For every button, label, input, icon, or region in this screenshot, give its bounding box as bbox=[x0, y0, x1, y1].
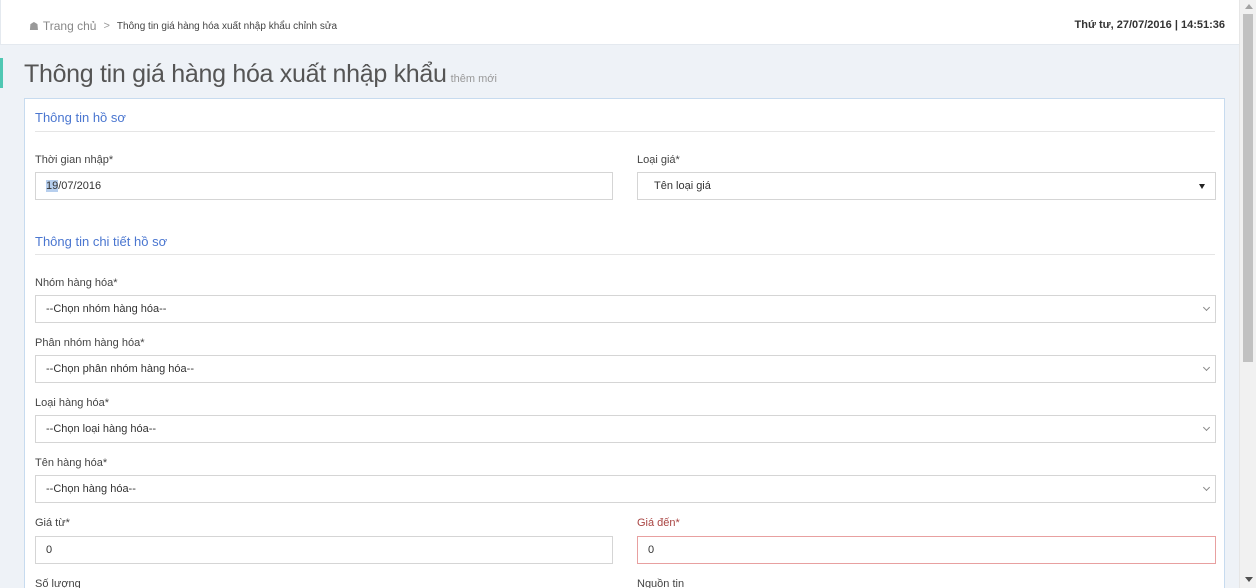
chevron-down-icon bbox=[1197, 356, 1215, 382]
price-type-select[interactable]: Tên loại giá bbox=[637, 172, 1216, 200]
scroll-up-arrow-icon[interactable] bbox=[1245, 4, 1253, 9]
section-divider bbox=[35, 131, 1215, 132]
price-to-input[interactable]: 0 bbox=[637, 536, 1216, 564]
form-panel: Thông tin hồ sơ Thời gian nhập* 19/07/20… bbox=[24, 98, 1225, 588]
page: ☗ Trang chủ > Thông tin giá hàng hóa xuấ… bbox=[0, 0, 1239, 588]
breadcrumb: ☗ Trang chủ > Thông tin giá hàng hóa xuấ… bbox=[29, 19, 337, 33]
entry-time-value: /07/2016 bbox=[58, 180, 102, 192]
quantity-label: Số lượng bbox=[35, 578, 81, 588]
page-title: Thông tin giá hàng hóa xuất nhập khẩu bbox=[24, 60, 447, 88]
product-label: Tên hàng hóa* bbox=[35, 457, 108, 469]
section-title-profile: Thông tin hồ sơ bbox=[35, 110, 126, 125]
viewport: ☗ Trang chủ > Thông tin giá hàng hóa xuấ… bbox=[0, 0, 1256, 588]
price-type-value: Tên loại giá bbox=[654, 180, 711, 192]
group-value: --Chọn nhóm hàng hóa-- bbox=[46, 303, 167, 315]
breadcrumb-separator: > bbox=[103, 20, 110, 32]
section-title-detail: Thông tin chi tiết hồ sơ bbox=[35, 234, 168, 249]
scrollbar-thumb[interactable] bbox=[1243, 14, 1253, 362]
source-label: Nguồn tin bbox=[637, 578, 685, 588]
price-from-value: 0 bbox=[46, 544, 53, 556]
current-datetime: Thứ tư, 27/07/2016 | 14:51:36 bbox=[1074, 19, 1225, 31]
group-label: Nhóm hàng hóa* bbox=[35, 277, 118, 289]
category-value: --Chọn loại hàng hóa-- bbox=[46, 423, 157, 435]
price-type-label: Loại giá* bbox=[637, 154, 680, 166]
category-label: Loại hàng hóa* bbox=[35, 397, 110, 409]
top-bar: ☗ Trang chủ > Thông tin giá hàng hóa xuấ… bbox=[0, 0, 1239, 45]
vertical-scrollbar[interactable] bbox=[1239, 0, 1256, 588]
chevron-down-icon bbox=[1197, 476, 1215, 502]
scroll-down-arrow-icon[interactable] bbox=[1245, 577, 1253, 582]
price-from-input[interactable]: 0 bbox=[35, 536, 613, 564]
breadcrumb-home[interactable]: Trang chủ bbox=[43, 19, 97, 33]
chevron-down-icon bbox=[1197, 296, 1215, 322]
dropdown-arrow-icon bbox=[1199, 184, 1205, 189]
section-divider bbox=[35, 254, 1215, 255]
breadcrumb-current: Thông tin giá hàng hóa xuất nhập khẩu ch… bbox=[116, 20, 338, 32]
product-select[interactable]: --Chọn hàng hóa-- bbox=[35, 475, 1216, 503]
subgroup-select[interactable]: --Chọn phân nhóm hàng hóa-- bbox=[35, 355, 1216, 383]
subgroup-label: Phân nhóm hàng hóa* bbox=[35, 337, 145, 349]
left-accent-bar bbox=[0, 58, 3, 88]
subgroup-value: --Chọn phân nhóm hàng hóa-- bbox=[46, 363, 194, 375]
product-value: --Chọn hàng hóa-- bbox=[46, 483, 136, 495]
entry-time-input[interactable]: 19/07/2016 bbox=[35, 172, 613, 200]
price-from-label: Giá từ* bbox=[35, 517, 70, 529]
group-select[interactable]: --Chọn nhóm hàng hóa-- bbox=[35, 295, 1216, 323]
chevron-down-icon bbox=[1197, 416, 1215, 442]
entry-time-selected-text: 19 bbox=[46, 180, 59, 192]
price-to-label: Giá đến* bbox=[637, 517, 680, 529]
price-to-value: 0 bbox=[648, 544, 655, 556]
entry-time-label: Thời gian nhập* bbox=[35, 154, 114, 166]
page-subtitle: thêm mới bbox=[450, 73, 497, 85]
page-header: Thông tin giá hàng hóa xuất nhập khẩu th… bbox=[24, 60, 497, 89]
home-icon[interactable]: ☗ bbox=[29, 20, 39, 33]
category-select[interactable]: --Chọn loại hàng hóa-- bbox=[35, 415, 1216, 443]
